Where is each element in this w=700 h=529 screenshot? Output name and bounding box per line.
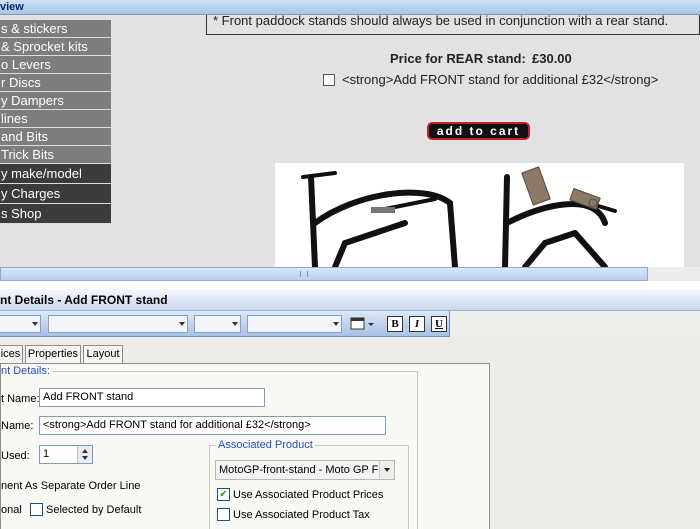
scroll-corner — [648, 267, 700, 281]
menu-item-bits[interactable]: and Bits — [0, 128, 111, 146]
quantity-stepper[interactable]: 1 — [39, 445, 93, 464]
preview-pane: s & stickers & Sprocket kits o Levers r … — [0, 15, 700, 267]
dialog-body: ices Properties Layout nt Details: t Nam… — [0, 337, 700, 529]
preview-title: view — [0, 1, 24, 13]
stepper-buttons[interactable] — [77, 446, 92, 463]
tab-prices[interactable]: ices — [0, 345, 23, 363]
italic-button[interactable]: I — [409, 316, 425, 332]
chevron-down-icon — [179, 322, 185, 326]
menu-item-charges[interactable]: y Charges — [0, 184, 111, 204]
menu-item-dampers[interactable]: y Dampers — [0, 92, 111, 110]
price-value: £30.00 — [532, 51, 572, 66]
menu-item-trick-bits[interactable]: Trick Bits — [0, 146, 111, 164]
bold-button[interactable]: B — [387, 316, 403, 332]
format-toolbar: B I U — [0, 311, 450, 337]
use-associated-tax-label: Use Associated Product Tax — [233, 509, 370, 521]
add-to-cart-button[interactable]: add to cart — [427, 122, 530, 140]
chevron-down-icon — [333, 322, 339, 326]
menu-item-stickers[interactable]: s & stickers — [0, 20, 111, 38]
associated-product-group: Associated Product MotoGP-front-stand - … — [209, 439, 409, 529]
pane-splitter[interactable] — [0, 281, 700, 289]
use-associated-prices-label: Use Associated Product Prices — [233, 489, 384, 501]
tab-panel: nt Details: t Name: Add FRONT stand Name… — [0, 363, 490, 529]
product-image — [275, 163, 684, 267]
separate-order-line-label: nent As Separate Order Line — [1, 480, 141, 492]
details-group-title: nt Details: — [1, 365, 53, 377]
stand-note-box: * Front paddock stands should always be … — [206, 15, 700, 35]
used-label: Used: — [1, 450, 30, 462]
menu-item-lines[interactable]: lines — [0, 110, 111, 128]
menu-item-make-model[interactable]: y make/model — [0, 164, 111, 184]
menu-item-discs[interactable]: r Discs — [0, 74, 111, 92]
selected-by-default-label: Selected by Default — [46, 504, 142, 516]
border-color-button[interactable] — [350, 316, 376, 332]
arrow-down-icon[interactable] — [82, 456, 88, 460]
font-family-combo[interactable] — [48, 315, 188, 333]
front-stand-checkbox[interactable] — [323, 74, 335, 86]
underline-button[interactable]: U — [431, 316, 447, 332]
use-associated-prices-checkbox[interactable]: ✔ — [217, 488, 230, 501]
table-icon — [350, 317, 374, 330]
name-field[interactable]: Add FRONT stand — [39, 388, 265, 407]
toolbar-empty-area — [450, 311, 700, 337]
scrollbar-grip-icon[interactable] — [300, 271, 308, 277]
front-stand-option-label: <strong>Add FRONT stand for additional £… — [342, 72, 659, 87]
dialog-title: nt Details - Add FRONT stand — [0, 293, 168, 307]
tab-properties[interactable]: Properties — [25, 345, 81, 363]
quantity-value: 1 — [43, 448, 50, 460]
arrow-up-icon[interactable] — [82, 449, 88, 453]
preview-horizontal-scrollbar[interactable] — [0, 267, 648, 281]
stand-note-text: * Front paddock stands should always be … — [213, 15, 669, 28]
price-label: Price for REAR stand: — [390, 51, 526, 66]
use-associated-tax-checkbox[interactable] — [217, 508, 230, 521]
preview-titlebar: view — [0, 0, 700, 15]
optional-label: onal — [1, 504, 22, 516]
chevron-down-icon — [32, 322, 38, 326]
format-combo[interactable] — [247, 315, 342, 333]
menu-item-shop[interactable]: s Shop — [0, 204, 111, 224]
selected-by-default-checkbox[interactable] — [30, 503, 43, 516]
style-combo[interactable] — [0, 315, 41, 333]
font-size-combo[interactable] — [194, 315, 241, 333]
chevron-down-icon — [232, 322, 238, 326]
chevron-down-icon[interactable] — [379, 461, 394, 479]
name-label: t Name: — [1, 393, 40, 405]
tab-layout[interactable]: Layout — [83, 345, 123, 363]
menu-item-sprocket-kits[interactable]: & Sprocket kits — [0, 38, 111, 56]
associated-product-select[interactable]: MotoGP-front-stand - Moto GP Fr — [215, 460, 395, 480]
menu-item-levers[interactable]: o Levers — [0, 56, 111, 74]
dialog-titlebar: nt Details - Add FRONT stand — [0, 289, 700, 311]
side-menu: s & stickers & Sprocket kits o Levers r … — [0, 20, 111, 224]
display-name-label: Name: — [1, 420, 34, 432]
associated-product-value: MotoGP-front-stand - Moto GP Fr — [219, 464, 383, 476]
associated-product-title: Associated Product — [216, 439, 315, 451]
display-name-field[interactable]: <strong>Add FRONT stand for additional £… — [39, 416, 386, 435]
paddock-stand-image — [301, 166, 617, 267]
